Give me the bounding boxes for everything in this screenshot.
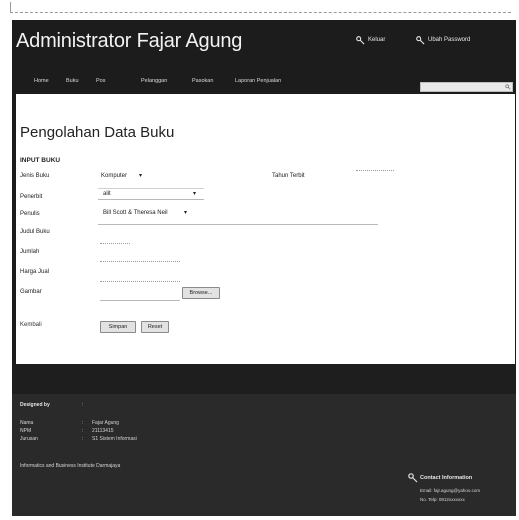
nav-item-pos[interactable]: Pos bbox=[94, 77, 107, 86]
designed-by-label: Designed by bbox=[20, 402, 50, 408]
nav-item-home[interactable]: Home bbox=[32, 77, 51, 86]
simpan-button[interactable]: Simpan bbox=[100, 321, 136, 333]
browse-button[interactable]: Browse... bbox=[182, 287, 220, 299]
jumlah-label: Jumlah bbox=[20, 249, 40, 255]
page-title: Pengolahan Data Buku bbox=[20, 124, 175, 141]
gambar-file-input[interactable] bbox=[100, 300, 180, 301]
footer-institution: Informatics and Business Institute Darma… bbox=[20, 463, 121, 469]
jumlah-input[interactable] bbox=[100, 261, 180, 262]
judul-buku-input[interactable] bbox=[100, 243, 130, 244]
penulis-select[interactable]: Bill Scott & Theresa Neil ▾ bbox=[98, 207, 193, 218]
footer-jurusan-value: S1 Sistem Informasi bbox=[92, 436, 137, 442]
contact-title: Contact Information bbox=[420, 475, 473, 481]
penerbit-select[interactable]: alit ▾ bbox=[98, 188, 204, 200]
nav-item-buku[interactable]: Buku bbox=[64, 77, 81, 86]
key-icon bbox=[416, 35, 425, 44]
footer-nama-key: Nama bbox=[20, 420, 34, 426]
jenis-buku-value: Komputer bbox=[101, 173, 128, 179]
tahun-terbit-label: Tahun Terbit bbox=[272, 173, 305, 179]
app-title: Administrator Fajar Agung bbox=[16, 30, 243, 52]
footer-npm-sep: : bbox=[82, 428, 84, 434]
harga-jual-input[interactable] bbox=[100, 281, 180, 282]
designed-by-separator: : bbox=[82, 402, 84, 408]
penulis-underline bbox=[98, 224, 378, 225]
key-icon bbox=[356, 35, 365, 44]
search-icon bbox=[505, 84, 511, 90]
footer-npm-value: 21113415 bbox=[92, 428, 114, 434]
chevron-down-icon: ▾ bbox=[193, 191, 197, 197]
section-title: INPUT BUKU bbox=[20, 157, 61, 164]
logout-label: Keluar bbox=[368, 37, 386, 43]
footer-nama-sep: : bbox=[82, 420, 84, 426]
nav-item-pasokan[interactable]: Pasokan bbox=[190, 77, 215, 86]
penulis-label: Penulis bbox=[20, 211, 40, 217]
change-password-label: Ubah Password bbox=[428, 37, 471, 43]
judul-buku-label: Judul Buku bbox=[20, 229, 50, 235]
nav-item-laporan-penjualan[interactable]: Laporan Penjualan bbox=[233, 77, 283, 86]
change-password-link[interactable]: Ubah Password bbox=[416, 34, 470, 46]
footer-npm-key: NPM bbox=[20, 428, 32, 434]
jenis-buku-select[interactable]: Komputer ▾ bbox=[98, 170, 148, 181]
kembali-link[interactable]: Kembali bbox=[20, 322, 42, 328]
logout-link[interactable]: Keluar bbox=[356, 34, 385, 46]
footer-jurusan-key: Jurusan bbox=[20, 436, 38, 442]
search-input[interactable] bbox=[420, 82, 513, 92]
gambar-label: Gambar bbox=[20, 289, 42, 295]
reset-button[interactable]: Reset bbox=[141, 321, 169, 333]
chevron-down-icon: ▾ bbox=[184, 210, 188, 216]
penerbit-value: alit bbox=[103, 191, 111, 197]
penulis-value: Bill Scott & Theresa Neil bbox=[103, 210, 168, 216]
footer-nama-value: Fajar Agung bbox=[92, 420, 119, 426]
contact-phone: No. Telp: 0812xxxxxxx bbox=[420, 497, 465, 502]
window-edge-left bbox=[10, 2, 11, 12]
key-icon bbox=[408, 470, 418, 483]
chevron-down-icon: ▾ bbox=[139, 173, 143, 179]
contact-email: Email: fajr.agung@yahoo.com bbox=[420, 488, 481, 493]
nav-item-pelanggan[interactable]: Pelanggan bbox=[139, 77, 169, 86]
jenis-buku-label: Jenis Buku bbox=[20, 173, 50, 179]
tahun-terbit-input[interactable] bbox=[356, 170, 394, 171]
window-top-edge bbox=[10, 12, 511, 13]
footer-jurusan-sep: : bbox=[82, 436, 84, 442]
footer-band bbox=[12, 364, 516, 394]
penerbit-label: Penerbit bbox=[20, 194, 43, 200]
harga-jual-label: Harga Jual bbox=[20, 269, 50, 275]
